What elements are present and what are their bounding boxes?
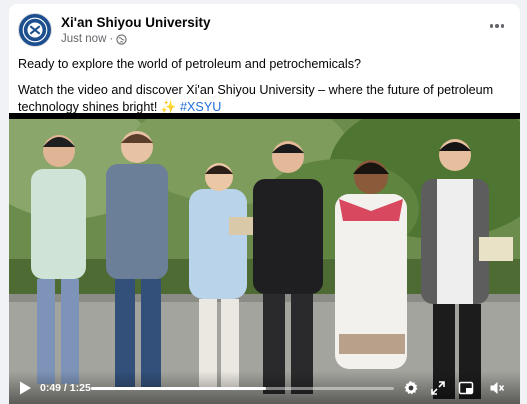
fullscreen-button[interactable] bbox=[430, 380, 446, 396]
video-time: 0:49 / 1:25 bbox=[40, 382, 91, 394]
avatar[interactable] bbox=[18, 13, 52, 47]
post-meta: Just now · bbox=[61, 33, 127, 45]
timestamp[interactable]: Just now bbox=[61, 33, 106, 45]
post-text-line1: Ready to explore the world of petroleum … bbox=[18, 57, 362, 71]
video-player[interactable]: 0:49 / 1:25 bbox=[9, 113, 520, 404]
post-card: Xi'an Shiyou University Just now · Ready… bbox=[9, 4, 520, 404]
more-icon bbox=[489, 24, 494, 28]
pip-button[interactable] bbox=[458, 380, 474, 396]
video-frame[interactable] bbox=[9, 119, 520, 404]
post-header: Xi'an Shiyou University Just now · bbox=[9, 4, 520, 48]
globe-icon bbox=[116, 33, 127, 45]
play-button[interactable] bbox=[17, 380, 33, 396]
hashtag-link[interactable]: #XSYU bbox=[180, 100, 221, 114]
sparkle-emoji: ✨ bbox=[160, 100, 177, 114]
volume-button[interactable] bbox=[489, 380, 505, 396]
fullscreen-icon bbox=[431, 381, 445, 395]
video-controls: 0:49 / 1:25 bbox=[9, 371, 520, 404]
more-options-button[interactable] bbox=[486, 18, 508, 34]
progress-bar[interactable] bbox=[91, 387, 394, 390]
post-text-body: Watch the video and discover Xi'an Shiyo… bbox=[18, 83, 494, 114]
settings-button[interactable] bbox=[403, 380, 419, 396]
volume-icon bbox=[490, 382, 505, 394]
settings-icon bbox=[404, 381, 418, 395]
author-name[interactable]: Xi'an Shiyou University bbox=[61, 15, 211, 30]
video-thumbnail bbox=[9, 119, 520, 404]
duration: 1:25 bbox=[69, 382, 91, 394]
play-icon bbox=[20, 381, 31, 395]
progress-fill bbox=[91, 387, 266, 390]
current-time: 0:49 bbox=[40, 382, 62, 394]
meta-separator: · bbox=[109, 33, 114, 45]
pip-icon bbox=[458, 381, 474, 395]
post-text-line2: Watch the video and discover Xi'an Shiyo… bbox=[18, 82, 513, 116]
